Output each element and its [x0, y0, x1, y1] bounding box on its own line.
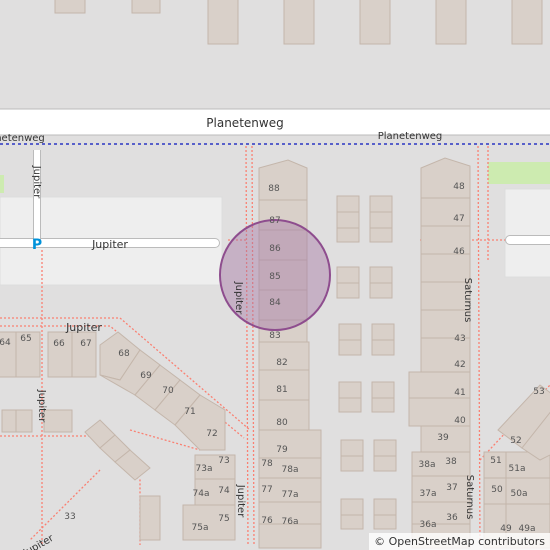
sheds	[336, 195, 397, 530]
svg-text:39: 39	[437, 433, 449, 443]
svg-text:75: 75	[218, 514, 229, 524]
street-label-jupiter: Jupiter	[91, 238, 128, 251]
svg-text:69: 69	[140, 371, 152, 381]
street-label-saturnus-lower: Saturnus	[464, 475, 475, 520]
grass-area	[488, 162, 550, 184]
svg-text:51a: 51a	[509, 464, 526, 474]
street-label-planetenweg-left: netenweg	[0, 133, 45, 144]
buildings-top	[54, 0, 543, 45]
svg-text:84: 84	[269, 298, 281, 308]
street-label-jupiter-corner: Jupiter	[21, 532, 56, 550]
svg-text:67: 67	[80, 339, 91, 349]
svg-text:64: 64	[0, 338, 11, 348]
svg-text:80: 80	[276, 418, 288, 428]
svg-text:70: 70	[162, 386, 174, 396]
svg-text:82: 82	[276, 358, 287, 368]
svg-text:78a: 78a	[282, 465, 299, 475]
building	[435, 0, 467, 45]
grass-area	[0, 175, 4, 193]
svg-text:53: 53	[533, 387, 544, 397]
street-label-jupiter-top-left: Jupiter	[65, 321, 102, 334]
svg-text:74a: 74a	[193, 489, 210, 499]
svg-text:87: 87	[269, 216, 280, 226]
svg-text:42: 42	[454, 360, 465, 370]
attribution: © OpenStreetMap contributors	[369, 533, 550, 550]
svg-text:81: 81	[276, 385, 287, 395]
svg-text:66: 66	[53, 339, 65, 349]
svg-text:86: 86	[269, 244, 281, 254]
building	[131, 0, 161, 14]
street-label-jupiter-bottom: Jupiter	[235, 484, 246, 518]
building	[511, 0, 543, 45]
svg-text:48: 48	[453, 182, 465, 192]
svg-text:50: 50	[491, 485, 503, 495]
svg-text:47: 47	[453, 214, 464, 224]
svg-text:36a: 36a	[420, 520, 437, 530]
street-label-planetenweg: Planetenweg	[206, 116, 283, 130]
svg-text:43: 43	[454, 334, 465, 344]
building	[54, 0, 86, 14]
svg-text:88: 88	[268, 184, 280, 194]
svg-text:72: 72	[206, 429, 217, 439]
svg-text:73a: 73a	[196, 464, 213, 474]
svg-text:77: 77	[261, 485, 272, 495]
svg-text:76a: 76a	[282, 517, 299, 527]
svg-text:50a: 50a	[511, 489, 528, 499]
svg-text:37a: 37a	[420, 489, 437, 499]
parking-icon: P	[32, 237, 42, 253]
map-canvas[interactable]: P Planetenweg netenweg Planetenweg Jupit…	[0, 0, 550, 550]
svg-text:79: 79	[276, 445, 288, 455]
svg-text:68: 68	[118, 349, 130, 359]
building	[283, 0, 315, 45]
svg-text:65: 65	[20, 334, 31, 344]
svg-text:51: 51	[490, 456, 501, 466]
svg-text:83: 83	[269, 331, 280, 341]
svg-text:52: 52	[510, 436, 521, 446]
svg-text:38a: 38a	[419, 460, 436, 470]
houses-left	[0, 331, 236, 541]
svg-text:41: 41	[454, 388, 465, 398]
street-label-jupiter-mid: Jupiter	[233, 281, 244, 315]
attribution-link[interactable]: OpenStreetMap contributors	[389, 535, 545, 548]
svg-text:71: 71	[184, 407, 195, 417]
svg-text:76: 76	[261, 516, 273, 526]
svg-text:73: 73	[218, 456, 229, 466]
svg-text:85: 85	[269, 272, 280, 282]
svg-text:74: 74	[218, 486, 230, 496]
svg-text:78: 78	[261, 459, 273, 469]
svg-text:77a: 77a	[282, 490, 299, 500]
svg-text:40: 40	[454, 416, 466, 426]
street-label-planetenweg-right: Planetenweg	[378, 131, 443, 142]
svg-text:33: 33	[64, 512, 75, 522]
copyright-symbol: ©	[374, 535, 386, 548]
svg-text:38: 38	[445, 457, 457, 467]
building	[207, 0, 239, 45]
area-block	[504, 188, 550, 278]
street-label-jupiter-vertical: Jupiter	[31, 165, 42, 199]
svg-text:37: 37	[446, 483, 457, 493]
building	[359, 0, 391, 45]
street-label-jupiter-lower-left: Jupiter	[36, 389, 47, 423]
map-layer: P Planetenweg netenweg Planetenweg Jupit…	[0, 0, 550, 550]
street-label-saturnus-upper: Saturnus	[462, 278, 473, 323]
svg-text:36: 36	[446, 513, 458, 523]
svg-text:46: 46	[453, 247, 465, 257]
svg-text:75a: 75a	[192, 523, 209, 533]
